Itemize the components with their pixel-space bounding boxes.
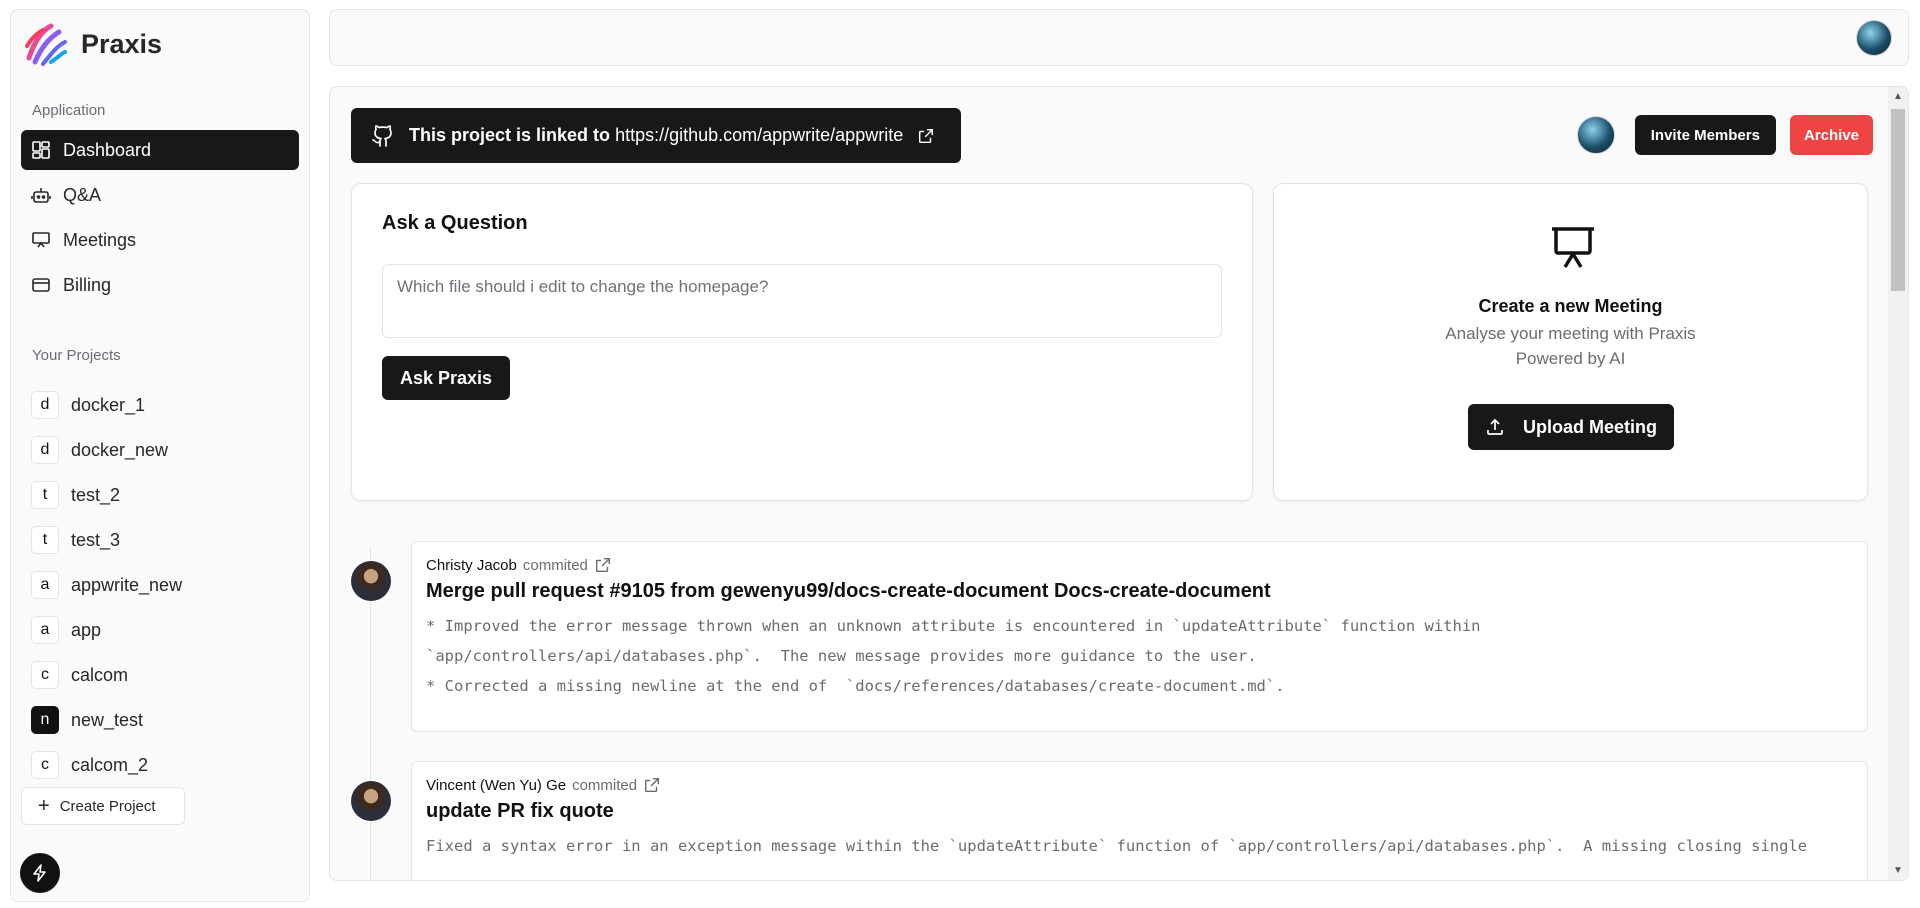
create-project-button[interactable]: + Create Project <box>21 787 185 825</box>
project-name: calcom_2 <box>71 754 149 775</box>
project-item-calcom_2[interactable]: c calcom_2 <box>31 745 301 785</box>
project-item-calcom[interactable]: c calcom <box>31 655 301 695</box>
project-item-test_2[interactable]: t test_2 <box>31 475 301 515</box>
project-item-docker_new[interactable]: d docker_new <box>31 430 301 470</box>
project-initial: d <box>31 436 59 464</box>
commit-summary: * Improved the error message thrown when… <box>426 617 1481 695</box>
project-item-appwrite_new[interactable]: a appwrite_new <box>31 565 301 605</box>
sidebar-item-qa[interactable]: Q&A <box>21 175 299 215</box>
praxis-logo-icon <box>25 23 67 66</box>
project-initial: a <box>31 616 59 644</box>
upload-meeting-label: Upload Meeting <box>1523 416 1657 437</box>
project-initial: d <box>31 391 59 419</box>
project-item-app[interactable]: a app <box>31 610 301 650</box>
upload-meeting-button[interactable]: Upload Meeting <box>1468 404 1674 450</box>
ask-praxis-button[interactable]: Ask Praxis <box>382 356 510 400</box>
project-initial: n <box>31 706 59 734</box>
member-avatar[interactable] <box>1576 116 1615 154</box>
sidebar-item-meetings[interactable]: Meetings <box>21 220 299 260</box>
github-link-banner: This project is linked to https://github… <box>351 108 961 163</box>
sidebar: Praxis Application Dashboard Q&A Meeting… <box>10 9 310 902</box>
committer-avatar <box>351 561 391 601</box>
scroll-up-arrow-icon[interactable]: ▲ <box>1893 91 1903 102</box>
application-group-label: Application <box>32 102 106 119</box>
user-avatar[interactable] <box>1856 20 1892 56</box>
archive-button[interactable]: Archive <box>1789 115 1873 155</box>
project-name: app <box>71 619 102 640</box>
ask-question-card: Ask a Question Which file should i edit … <box>351 183 1253 501</box>
ask-question-title: Ask a Question <box>382 212 528 234</box>
main-content: This project is linked to https://github… <box>329 86 1909 881</box>
project-initial: a <box>31 571 59 599</box>
project-actions: Invite Members Archive <box>1576 115 1873 155</box>
commit-card: Christy Jacob commited Merge pull reques… <box>411 541 1868 732</box>
project-item-docker_1[interactable]: d docker_1 <box>31 385 301 425</box>
scroll-thumb[interactable] <box>1891 109 1905 291</box>
project-item-test_3[interactable]: t test_3 <box>31 520 301 560</box>
lightning-icon <box>33 864 46 882</box>
project-name: new_test <box>71 709 144 730</box>
plus-icon: + <box>38 795 50 817</box>
sidebar-item-billing[interactable]: Billing <box>21 265 299 305</box>
projects-group-label: Your Projects <box>32 347 121 364</box>
project-name: docker_1 <box>71 394 146 415</box>
commit-title: Merge pull request #9105 from gewenyu99/… <box>426 580 1271 602</box>
dashboard-icon <box>32 141 50 159</box>
create-project-label: Create Project <box>59 797 156 815</box>
commit-card: Vincent (Wen Yu) Ge commited update PR f… <box>411 761 1868 880</box>
question-textarea[interactable]: Which file should i edit to change the h… <box>382 264 1222 338</box>
scroll-down-arrow-icon[interactable]: ▼ <box>1893 865 1903 876</box>
meeting-subtitle-line1: Analyse your meeting with Praxis <box>1445 324 1696 343</box>
commit-title: update PR fix quote <box>426 800 614 822</box>
link-prefix: This project is linked to <box>409 125 611 145</box>
commit-author: Vincent (Wen Yu) Ge <box>426 776 567 794</box>
committer-avatar <box>351 781 391 821</box>
external-link-icon[interactable] <box>643 776 661 794</box>
presentation-icon <box>1552 227 1594 268</box>
meeting-subtitle-line2: Powered by AI <box>1515 349 1626 368</box>
brand-name: Praxis <box>81 28 163 59</box>
project-name: docker_new <box>71 439 169 460</box>
project-initial: t <box>31 526 59 554</box>
create-meeting-card: Create a new Meeting Analyse your meetin… <box>1273 183 1868 501</box>
external-link-icon[interactable] <box>917 127 935 145</box>
project-initial: t <box>31 481 59 509</box>
commit-verb: commited <box>572 776 638 794</box>
external-link-icon[interactable] <box>594 556 612 574</box>
project-name: test_3 <box>71 529 121 550</box>
brand[interactable]: Praxis <box>21 20 162 68</box>
project-name: appwrite_new <box>71 574 183 595</box>
sidebar-item-label: Dashboard <box>63 139 152 160</box>
sidebar-item-dashboard[interactable]: Dashboard <box>21 130 299 170</box>
project-list: d docker_1 d docker_new t test_2 t test_3 aa… <box>31 385 301 790</box>
sidebar-item-label: Q&A <box>63 184 102 205</box>
repo-link[interactable]: https://github.com/appwrite/appwrite <box>615 125 903 145</box>
project-item-new_test[interactable]: n new_test <box>31 700 301 740</box>
top-bar <box>329 9 1909 66</box>
sidebar-item-label: Billing <box>63 274 112 295</box>
upload-icon <box>1487 418 1503 435</box>
commit-meta: Christy Jacob commited <box>426 556 1853 574</box>
commit-author: Christy Jacob <box>426 556 517 574</box>
commit-meta: Vincent (Wen Yu) Ge commited <box>426 776 1853 794</box>
commit-summary: Fixed a syntax error in an exception mes… <box>426 837 1808 855</box>
sidebar-item-label: Meetings <box>63 229 137 250</box>
project-initial: c <box>31 751 59 779</box>
project-name: test_2 <box>71 484 121 505</box>
credit-card-icon <box>32 278 50 292</box>
project-initial: c <box>31 661 59 689</box>
project-name: calcom <box>71 664 129 685</box>
presentation-icon <box>32 232 50 248</box>
meeting-title: Create a new Meeting <box>1478 296 1663 316</box>
github-icon <box>372 124 392 147</box>
sidebar-nav: Dashboard Q&A Meetings Billing <box>21 130 299 310</box>
main-scrollbar[interactable]: ▲ ▼ <box>1888 87 1908 880</box>
quick-action-button[interactable] <box>20 853 60 893</box>
invite-members-button[interactable]: Invite Members <box>1634 115 1776 155</box>
commit-verb: commited <box>522 556 588 574</box>
bot-icon <box>31 188 51 203</box>
